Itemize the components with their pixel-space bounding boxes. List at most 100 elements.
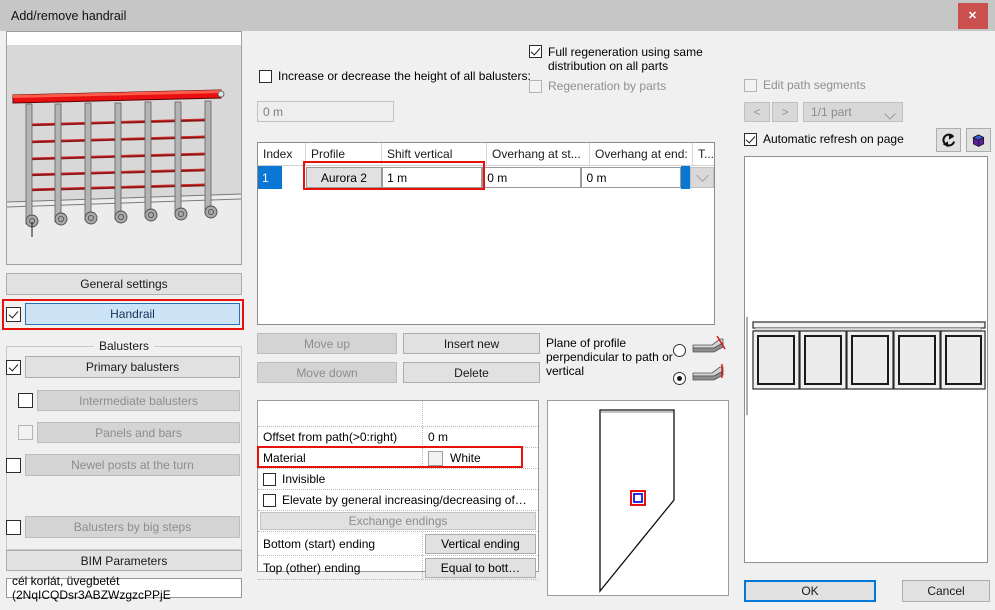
table-cell-type-dropdown[interactable] bbox=[690, 167, 714, 188]
full-regeneration-row[interactable]: Full regeneration using same distributio… bbox=[529, 45, 709, 73]
plane-vertical-icon bbox=[692, 364, 726, 388]
cube-3d-icon bbox=[970, 132, 987, 149]
invisible-row[interactable]: Invisible bbox=[258, 469, 538, 490]
material-value-cell[interactable]: White bbox=[423, 448, 538, 468]
insert-new-button[interactable]: Insert new bbox=[403, 333, 540, 354]
top-ending-row[interactable]: Top (other) ending Equal to bott… bbox=[258, 556, 538, 580]
table-cell-overhang-end[interactable]: 0 m bbox=[581, 167, 680, 188]
automatic-refresh-label: Automatic refresh on page bbox=[763, 133, 904, 146]
table-header-overhang-end: Overhang at end: bbox=[590, 143, 693, 165]
regeneration-by-parts-checkbox bbox=[529, 80, 542, 93]
move-up-button: Move up bbox=[257, 333, 397, 354]
regeneration-by-parts-label: Regeneration by parts bbox=[548, 80, 666, 93]
panels-and-bars-button: Panels and bars bbox=[37, 422, 240, 443]
table-header-profile: Profile bbox=[306, 143, 382, 165]
top-ending-button[interactable]: Equal to bott… bbox=[425, 558, 536, 578]
handrail-parameters-grid: Offset from path(>0:right) 0 m Material … bbox=[257, 400, 539, 572]
view-3d-button[interactable] bbox=[966, 128, 991, 152]
primary-balusters-button[interactable]: Primary balusters bbox=[25, 356, 240, 378]
plane-perpendicular-icon bbox=[692, 336, 726, 360]
profile-table[interactable]: Index Profile Shift vertical Overhang at… bbox=[257, 142, 715, 325]
handrail-checkbox[interactable] bbox=[6, 307, 21, 322]
increase-decrease-label: Increase or decrease the height of all b… bbox=[278, 70, 531, 83]
table-header-shift-vertical: Shift vertical bbox=[382, 143, 487, 165]
next-part-button: > bbox=[772, 102, 798, 122]
railing-elevation-drawing bbox=[745, 157, 987, 562]
table-row[interactable]: 1 Aurora 2 1 m 0 m 0 m bbox=[258, 166, 714, 189]
balusters-big-steps-button: Balusters by big steps bbox=[25, 516, 240, 538]
balusters-group-title: Balusters bbox=[94, 339, 154, 353]
handrail-preview-image bbox=[6, 31, 242, 265]
elevate-label: Elevate by general increasing/decreasing… bbox=[282, 493, 527, 507]
edit-path-segments-label: Edit path segments bbox=[763, 79, 866, 92]
params-spacer-left bbox=[258, 401, 423, 426]
handrail-button[interactable]: Handrail bbox=[25, 303, 240, 325]
bim-parameters-button[interactable]: BIM Parameters bbox=[6, 550, 242, 571]
offset-row[interactable]: Offset from path(>0:right) 0 m bbox=[258, 427, 538, 448]
increase-decrease-row[interactable]: Increase or decrease the height of all b… bbox=[259, 70, 531, 83]
table-row-selection-marker bbox=[681, 166, 691, 189]
table-cell-overhang-start[interactable]: 0 m bbox=[482, 167, 581, 188]
material-row[interactable]: Material White bbox=[258, 448, 538, 469]
ok-button[interactable]: OK bbox=[744, 580, 876, 602]
table-cell-shift-vertical[interactable]: 1 m bbox=[382, 167, 482, 188]
refresh-icon-button[interactable] bbox=[936, 128, 961, 152]
increase-decrease-checkbox[interactable] bbox=[259, 70, 272, 83]
elevate-row[interactable]: Elevate by general increasing/decreasing… bbox=[258, 490, 538, 511]
automatic-refresh-checkbox[interactable] bbox=[744, 133, 757, 146]
material-label: Material bbox=[258, 448, 423, 468]
intermediate-balusters-button: Intermediate balusters bbox=[37, 390, 240, 411]
plane-perpendicular-radio[interactable] bbox=[673, 344, 686, 357]
table-header-index: Index bbox=[258, 143, 306, 165]
params-spacer-row bbox=[258, 401, 538, 427]
invisible-label: Invisible bbox=[282, 472, 325, 486]
top-ending-label: Top (other) ending bbox=[258, 556, 423, 579]
material-color-swatch[interactable] bbox=[428, 451, 443, 466]
full-regeneration-checkbox[interactable] bbox=[529, 45, 542, 58]
bottom-ending-button[interactable]: Vertical ending bbox=[425, 534, 536, 554]
offset-value[interactable]: 0 m bbox=[423, 427, 538, 447]
cancel-button[interactable]: Cancel bbox=[902, 580, 990, 602]
panels-and-bars-checkbox bbox=[18, 425, 33, 440]
table-cell-index: 1 bbox=[258, 166, 282, 189]
exchange-endings-button: Exchange endings bbox=[260, 512, 536, 530]
top-ending-cell[interactable]: Equal to bott… bbox=[423, 556, 538, 579]
railing-elevation-preview bbox=[744, 156, 988, 563]
profile-shape bbox=[548, 401, 728, 595]
bottom-ending-cell[interactable]: Vertical ending bbox=[423, 532, 538, 555]
profile-cross-section-preview bbox=[547, 400, 729, 596]
material-value: White bbox=[450, 451, 481, 465]
general-settings-button[interactable]: General settings bbox=[6, 273, 242, 295]
elevate-checkbox[interactable] bbox=[263, 494, 276, 507]
dialog-add-remove-handrail: Add/remove handrail ✕ bbox=[0, 0, 995, 610]
newel-posts-checkbox[interactable] bbox=[6, 458, 21, 473]
increase-decrease-input[interactable]: 0 m bbox=[257, 101, 394, 122]
previous-part-button: < bbox=[744, 102, 770, 122]
newel-posts-button: Newel posts at the turn bbox=[25, 454, 240, 476]
element-name-field[interactable]: cél korlát, üvegbetét (2NqICQDsr3ABZWzgz… bbox=[6, 578, 242, 598]
bottom-ending-label: Bottom (start) ending bbox=[258, 532, 423, 555]
invisible-checkbox[interactable] bbox=[263, 473, 276, 486]
title-bar: Add/remove handrail ✕ bbox=[0, 0, 995, 31]
chevron-down-icon bbox=[884, 108, 895, 119]
part-selector-dropdown: 1/1 part bbox=[803, 102, 903, 122]
regeneration-by-parts-row: Regeneration by parts bbox=[529, 80, 666, 93]
edit-path-segments-row: Edit path segments bbox=[744, 79, 866, 92]
plane-vertical-radio[interactable] bbox=[673, 372, 686, 385]
close-button[interactable]: ✕ bbox=[950, 0, 995, 31]
balusters-big-steps-checkbox[interactable] bbox=[6, 520, 21, 535]
move-down-button: Move down bbox=[257, 362, 397, 383]
edit-path-segments-checkbox bbox=[744, 79, 757, 92]
chevron-down-icon bbox=[696, 169, 709, 182]
table-header-row: Index Profile Shift vertical Overhang at… bbox=[258, 143, 714, 166]
exchange-endings-row: Exchange endings bbox=[258, 511, 538, 532]
intermediate-balusters-checkbox[interactable] bbox=[18, 393, 33, 408]
primary-balusters-checkbox[interactable] bbox=[6, 360, 21, 375]
delete-button[interactable]: Delete bbox=[403, 362, 540, 383]
params-spacer-right bbox=[423, 401, 538, 426]
automatic-refresh-row[interactable]: Automatic refresh on page bbox=[744, 133, 904, 146]
bottom-ending-row[interactable]: Bottom (start) ending Vertical ending bbox=[258, 532, 538, 556]
window-title: Add/remove handrail bbox=[11, 9, 126, 23]
table-cell-profile-button[interactable]: Aurora 2 bbox=[306, 167, 383, 188]
close-icon: ✕ bbox=[958, 3, 988, 29]
